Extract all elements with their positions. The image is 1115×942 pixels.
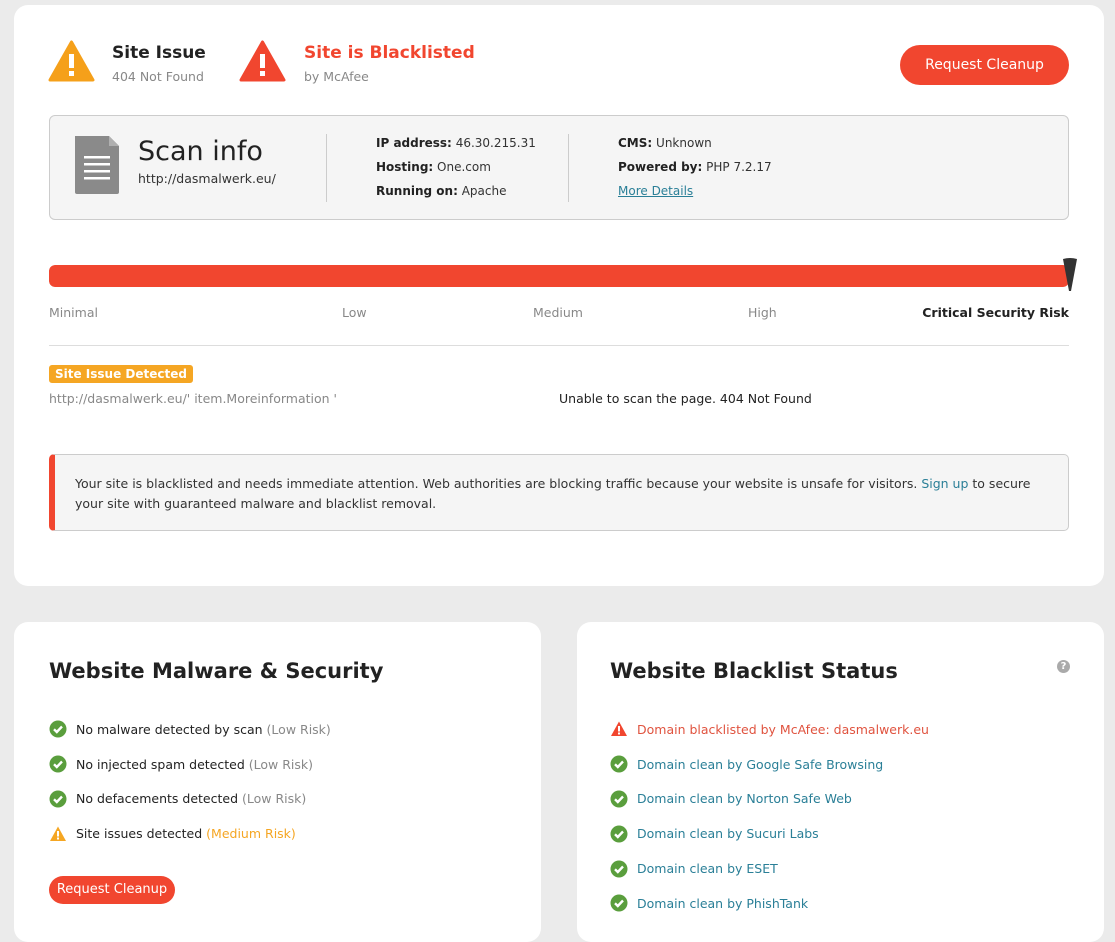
blacklist-alert: Your site is blacklisted and needs immed…	[49, 454, 1069, 531]
cms: CMS: Unknown	[618, 136, 712, 150]
malware-list-item: Site issues detected (Medium Risk)	[49, 816, 331, 851]
malware-list: No malware detected by scan (Low Risk) No…	[49, 712, 331, 851]
blacklist-list-item: Domain clean by Sucuri Labs	[610, 816, 929, 851]
ip-address: IP address: 46.30.215.31	[376, 136, 536, 150]
warning-icon	[611, 721, 627, 737]
risk-label-medium: Medium	[533, 305, 583, 320]
check-circle-icon	[610, 894, 628, 912]
hosting: Hosting: One.com	[376, 160, 491, 174]
warning-icon	[239, 40, 286, 82]
issue-path: http://dasmalwerk.eu/' item.Moreinformat…	[49, 391, 337, 406]
powered-by: Powered by: PHP 7.2.17	[618, 160, 772, 174]
issue-title: Site Issue	[112, 43, 206, 63]
check-circle-icon	[610, 825, 628, 843]
check-circle-icon	[610, 755, 628, 773]
malware-list-item: No injected spam detected (Low Risk)	[49, 747, 331, 782]
malware-list-item: No malware detected by scan (Low Risk)	[49, 712, 331, 747]
check-circle-icon	[610, 790, 628, 808]
scan-info-panel: Scan info http://dasmalwerk.eu/ IP addre…	[49, 115, 1069, 220]
running-on: Running on: Apache	[376, 184, 507, 198]
sign-up-link[interactable]: Sign up	[921, 476, 968, 491]
blacklist-subtitle: by McAfee	[304, 69, 369, 84]
scan-url: http://dasmalwerk.eu/	[138, 171, 276, 186]
issue-subtitle: 404 Not Found	[112, 69, 204, 84]
blacklist-title: Site is Blacklisted	[304, 43, 475, 63]
blacklist-status-card: Website Blacklist Status ? Domain blackl…	[577, 622, 1104, 942]
request-cleanup-button[interactable]: Request Cleanup	[49, 876, 175, 904]
warning-icon	[50, 826, 66, 841]
summary-card: Site Issue 404 Not Found Site is Blackli…	[14, 5, 1104, 586]
blacklist-list-item: Domain clean by PhishTank	[610, 886, 929, 921]
document-icon	[75, 136, 119, 194]
check-circle-icon	[49, 755, 67, 773]
scan-info-title: Scan info	[138, 136, 263, 167]
blacklist-list-item: Domain clean by ESET	[610, 851, 929, 886]
risk-label-low: Low	[342, 305, 367, 320]
risk-label-high: High	[748, 305, 777, 320]
malware-security-card: Website Malware & Security No malware de…	[14, 622, 541, 942]
check-circle-icon	[49, 790, 67, 808]
blacklist-list-item: Domain clean by Google Safe Browsing	[610, 747, 929, 782]
blacklist-status-title: Website Blacklist Status	[610, 659, 898, 683]
warning-icon	[48, 40, 95, 82]
request-cleanup-button[interactable]: Request Cleanup	[900, 45, 1069, 85]
check-circle-icon	[49, 720, 67, 738]
help-icon[interactable]: ?	[1057, 660, 1070, 673]
malware-title: Website Malware & Security	[49, 659, 384, 683]
site-issue-badge: Site Issue Detected	[49, 365, 193, 383]
risk-bar	[49, 265, 1069, 287]
divider	[49, 345, 1069, 346]
divider	[326, 134, 327, 202]
more-details-link[interactable]: More Details	[618, 184, 693, 198]
issue-message: Unable to scan the page. 404 Not Found	[559, 391, 812, 406]
risk-bar-fill	[49, 265, 1069, 287]
malware-list-item: No defacements detected (Low Risk)	[49, 782, 331, 817]
blacklist-list-item: Domain clean by Norton Safe Web	[610, 782, 929, 817]
divider	[568, 134, 569, 202]
blacklist-list-item: Domain blacklisted by McAfee: dasmalwerk…	[610, 712, 929, 747]
risk-label-minimal: Minimal	[49, 305, 98, 320]
risk-marker-icon	[1063, 258, 1077, 291]
check-circle-icon	[610, 860, 628, 878]
risk-label-critical: Critical Security Risk	[922, 305, 1069, 320]
blacklist-list: Domain blacklisted by McAfee: dasmalwerk…	[610, 712, 929, 921]
